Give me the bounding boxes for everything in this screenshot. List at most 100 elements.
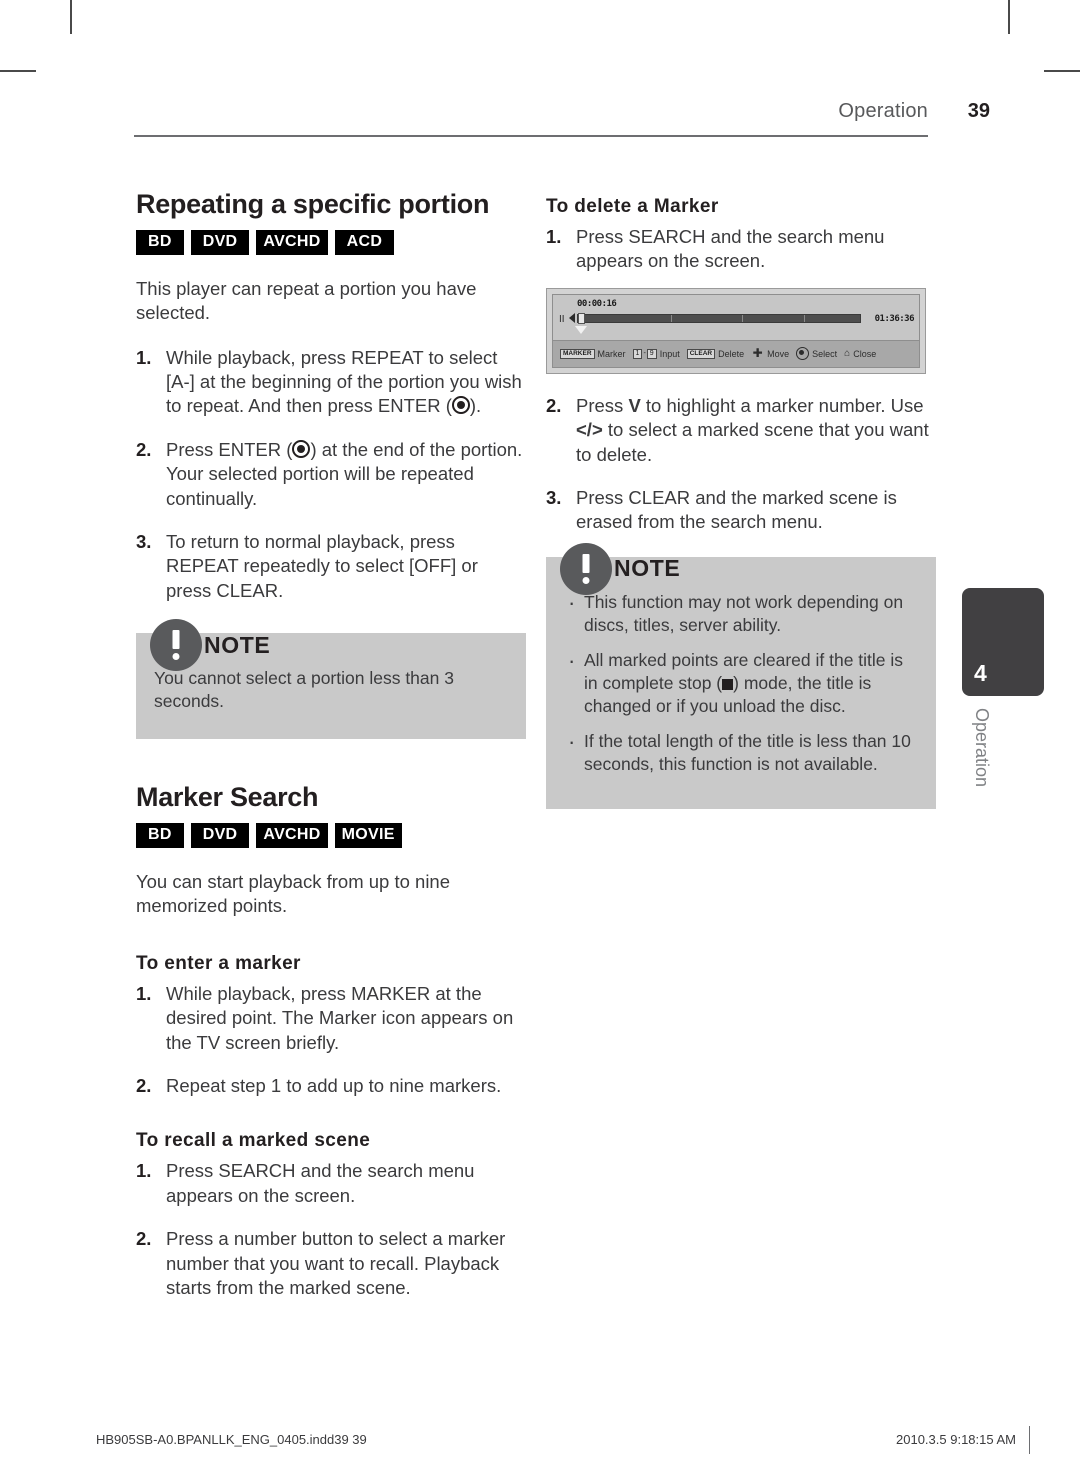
note-box-marker-search: NOTE This function may not work dependin… xyxy=(546,542,936,809)
step-number: 2. xyxy=(136,1228,152,1250)
step-item: 1. Press SEARCH and the search menu appe… xyxy=(136,1159,526,1208)
media-badges-marker-search: BD DVD AVCHD MOVIE xyxy=(136,823,526,849)
badge-acd: ACD xyxy=(334,229,395,255)
subsection-title-enter-marker: To enter a marker xyxy=(136,952,301,974)
osd-toolbar: MARKER Marker 1-9 Input CLEAR Delete ✚ M… xyxy=(553,339,919,367)
step-number: 1. xyxy=(136,346,152,368)
header-title: Operation xyxy=(838,100,928,122)
marker-search-intro: You can start playback from up to nine m… xyxy=(136,871,451,917)
osd-action-marker[interactable]: MARKER Marker xyxy=(560,348,626,360)
step-text: Press SEARCH and the search menu appears… xyxy=(576,226,885,272)
step-item: 1. While playback, press REPEAT to selec… xyxy=(136,346,526,419)
manual-page: Operation 39 Repeating a specific portio… xyxy=(0,0,1080,1472)
badge-bd: BD xyxy=(136,229,184,255)
enter-marker-steps: 1. While playback, press MARKER at the d… xyxy=(136,982,526,1099)
note-bullet: If the total length of the title is less… xyxy=(564,727,918,776)
note-bullet-text: This function may not work depending on … xyxy=(584,591,904,635)
key-button-icon: CLEAR xyxy=(686,348,716,360)
left-column: Repeating a specific portion BD DVD AVCH… xyxy=(136,189,526,1320)
crop-mark-top-right-vertical xyxy=(1008,0,1010,34)
osd-action-delete[interactable]: CLEAR Delete xyxy=(686,348,745,360)
step-item: 3. To return to normal playback, press R… xyxy=(136,530,526,603)
osd-chapter-tick xyxy=(671,314,673,322)
step-item: 2. Press ENTER () at the end of the port… xyxy=(136,438,526,511)
footer-timestamp: 2010.3.5 9:18:15 AM xyxy=(896,1432,1016,1447)
enter-icon xyxy=(451,396,470,415)
section-title-repeating: Repeating a specific portion xyxy=(136,189,490,219)
step-number: 1. xyxy=(546,226,562,247)
step-item: 1. While playback, press MARKER at the d… xyxy=(136,982,526,1055)
step-item: 2. Press a number button to select a mar… xyxy=(136,1227,526,1300)
step-number: 2. xyxy=(136,1075,152,1097)
osd-search-menu-screenshot: 00:00:16 II 01:36:36 MARKER Marker 1 - 9… xyxy=(546,287,926,374)
badge-bd: BD xyxy=(136,823,184,849)
note-box-repeating: NOTE You cannot select a portion less th… xyxy=(136,619,526,740)
osd-action-select[interactable]: Select xyxy=(796,347,837,361)
badge-dvd: DVD xyxy=(190,229,250,255)
osd-marker-pointer-icon xyxy=(575,325,587,334)
osd-progress-area: 00:00:16 II 01:36:36 xyxy=(553,294,919,340)
step-text: To return to normal playback, press REPE… xyxy=(166,530,478,601)
right-column: To delete a Marker 1. Press SEARCH and t… xyxy=(546,196,936,809)
note-bullet-list: This function may not work depending on … xyxy=(564,588,918,777)
note-header: NOTE xyxy=(150,619,270,672)
delete-marker-step1: 1. Press SEARCH and the search menu appe… xyxy=(546,225,936,274)
enter-icon xyxy=(292,439,311,458)
step-text-part1: Press xyxy=(576,394,629,416)
running-header: Operation 39 xyxy=(134,100,990,144)
osd-action-label: Delete xyxy=(718,348,745,359)
crop-mark-top-left-horizontal xyxy=(0,70,36,72)
note-label: NOTE xyxy=(614,555,681,582)
osd-inner-frame: 00:00:16 II 01:36:36 MARKER Marker 1 - 9… xyxy=(552,293,920,368)
repeat-steps-list: 1. While playback, press REPEAT to selec… xyxy=(136,346,526,604)
chapter-thumb-tab: 4 xyxy=(962,588,1044,696)
step-number: 1. xyxy=(136,1160,152,1182)
key-button-icon: MARKER xyxy=(560,348,595,360)
step-number: 2. xyxy=(136,438,152,460)
home-icon: ⌂ xyxy=(844,347,851,359)
exclamation-icon xyxy=(150,619,202,672)
step-number: 3. xyxy=(136,530,152,552)
chapter-number: 4 xyxy=(974,660,987,686)
osd-action-label: Move xyxy=(767,348,790,359)
subsection-title-delete-marker: To delete a Marker xyxy=(546,196,719,217)
pause-icon: II xyxy=(559,313,565,325)
osd-playhead-handle[interactable] xyxy=(578,312,585,324)
osd-chapter-tick xyxy=(803,314,805,322)
badge-dvd: DVD xyxy=(190,823,250,849)
crop-mark-top-left-vertical xyxy=(70,0,72,34)
dpad-icon: ✚ xyxy=(752,346,763,361)
osd-action-label: Close xyxy=(853,348,877,359)
step-text-part1: Press ENTER ( xyxy=(166,438,293,460)
footer-crop-rule xyxy=(1029,1426,1030,1454)
header-rule xyxy=(134,135,928,137)
osd-left-cursor-icon xyxy=(569,312,575,323)
page-number: 39 xyxy=(967,100,990,122)
step-text: Press SEARCH and the search menu appears… xyxy=(166,1160,475,1206)
footer-filename: HB905SB-A0.BPANLLK_ENG_0405.indd39 39 xyxy=(96,1432,367,1447)
osd-action-move[interactable]: ✚ Move xyxy=(751,346,790,361)
step-text: Repeat step 1 to add up to nine markers. xyxy=(166,1075,502,1097)
step-number: 3. xyxy=(546,487,562,509)
osd-action-label: Input xyxy=(659,348,680,359)
badge-avchd: AVCHD xyxy=(256,229,328,255)
stop-icon xyxy=(722,679,734,691)
delete-marker-steps: 2. Press V to highlight a marker number.… xyxy=(546,394,936,535)
step-text: While playback, press MARKER at the desi… xyxy=(166,982,514,1053)
enter-icon xyxy=(796,347,810,361)
note-bullet-text: If the total length of the title is less… xyxy=(584,731,911,775)
osd-action-input[interactable]: 1-9 Input xyxy=(632,348,680,359)
number-keys-icon: 1-9 xyxy=(632,348,657,359)
subsection-title-recall-scene: To recall a marked scene xyxy=(136,1130,371,1152)
left-right-arrow-key-icon: </> xyxy=(576,419,603,441)
step-item: 1. Press SEARCH and the search menu appe… xyxy=(546,225,936,274)
step-item: 2. Press V to highlight a marker number.… xyxy=(546,394,936,467)
osd-elapsed-time: 00:00:16 xyxy=(577,298,617,309)
osd-action-label: Marker xyxy=(597,348,626,359)
osd-chapter-tick xyxy=(741,314,743,322)
recall-scene-steps: 1. Press SEARCH and the search menu appe… xyxy=(136,1159,526,1300)
note-header: NOTE xyxy=(560,542,681,595)
osd-action-close[interactable]: ⌂ Close xyxy=(844,347,877,359)
osd-progress-bar[interactable] xyxy=(577,313,861,323)
step-text: Press a number button to select a marker… xyxy=(166,1228,506,1299)
